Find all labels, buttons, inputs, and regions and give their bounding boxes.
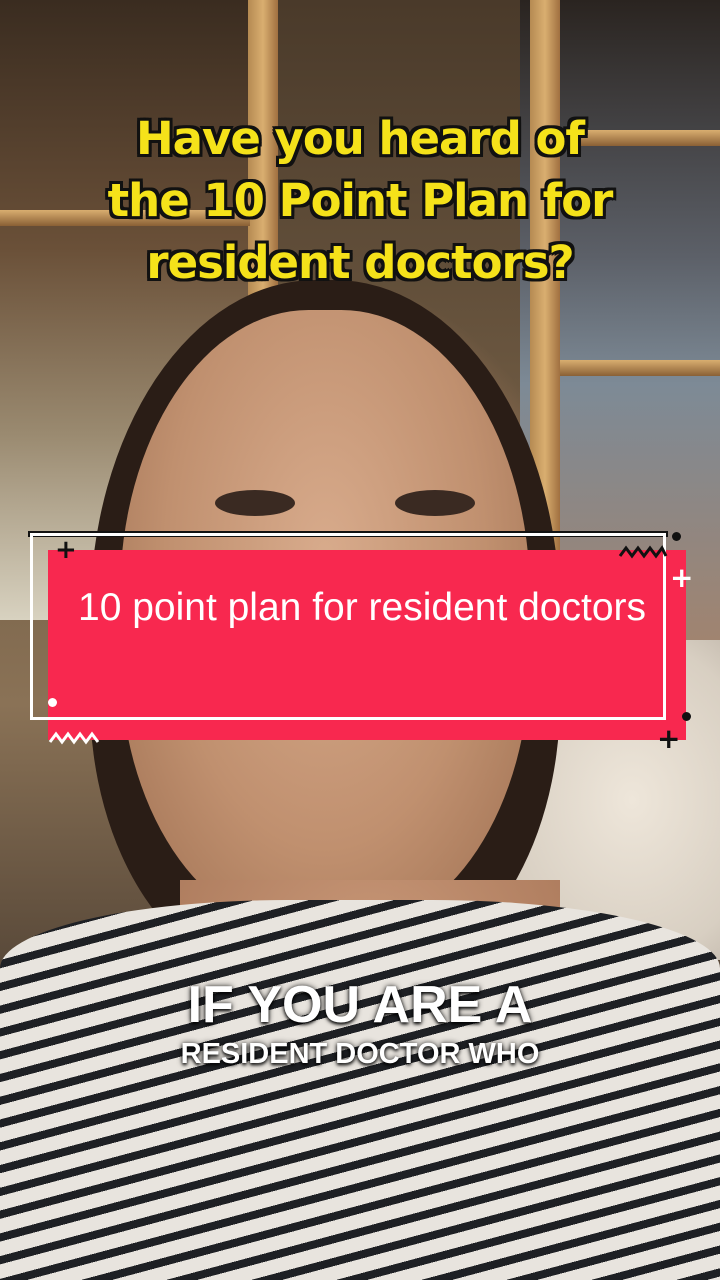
bottom-caption-line2: RESIDENT DOCTOR WHO [180, 1038, 540, 1070]
top-caption: Have you heard of the 10 Point Plan for … [40, 108, 680, 294]
bottom-caption-line1: IF YOU ARE A [187, 976, 533, 1034]
striped-shirt [0, 900, 720, 1280]
zigzag-icon [618, 545, 668, 559]
plus-icon: + [657, 722, 681, 755]
top-caption-line: the 10 Point Plan for [107, 174, 614, 227]
eye [395, 490, 475, 516]
top-caption-line: resident doctors? [146, 236, 574, 289]
dot-icon [682, 712, 691, 721]
plus-icon: + [670, 561, 694, 594]
dot-icon [48, 698, 57, 707]
top-caption-line: Have you heard of [136, 112, 585, 165]
shelf-board [560, 360, 720, 376]
eye [215, 490, 295, 516]
plus-icon: + [55, 535, 77, 565]
zigzag-icon [48, 731, 100, 745]
sticker-frame [30, 533, 666, 720]
dot-icon [672, 532, 681, 541]
